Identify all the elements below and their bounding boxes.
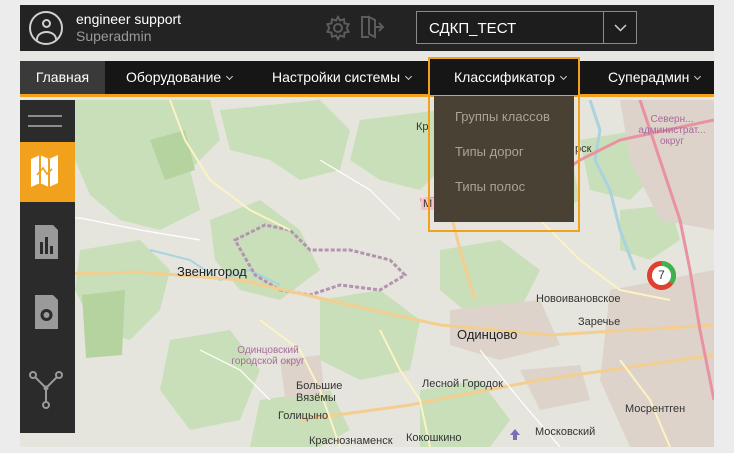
map-label-novoivanovskoe: Новоивановское [536,293,621,305]
map[interactable]: Звенигород Одинцово Новоивановское Зареч… [20,100,714,447]
map-label-bolshie-vyazyomy: Большие Вязёмы [296,380,343,404]
map-label-lesnoy-gorodok: Лесной Городок [422,378,503,390]
user-role: Superadmin [76,28,152,44]
map-icon[interactable] [20,142,75,202]
map-label-mosrentgen: Мосрентген [625,403,686,415]
exit-icon[interactable] [359,14,385,45]
nav-item-home-label: Главная [35,69,90,85]
map-label-zvenigorod: Звенигород [177,264,247,279]
dropdown-item-lane-types[interactable]: Типы полос [455,179,525,194]
main-nav: Главная Оборудование Настройки системы С… [20,61,714,97]
map-label-partial-kr: Кр [416,121,429,133]
chevron-down-icon[interactable] [603,12,636,43]
report-icon[interactable] [20,212,75,272]
classifier-dropdown: Классификатор Группы классов Типы дорог … [428,57,580,232]
menu-icon[interactable] [20,100,75,142]
map-label-odintsovsky-okrug: Одинцовский городской округ [231,345,305,367]
map-label-zarechye: Заречье [578,316,621,328]
project-select[interactable]: СДКП_ТЕСТ [416,11,637,44]
nav-item-superadmin[interactable]: Суперадмин [608,61,702,94]
nav-item-system-settings-label: Настройки системы [272,69,401,85]
map-label-odintsovo: Одинцово [457,327,518,342]
nav-item-superadmin-label: Суперадмин [608,69,690,85]
map-label-severny-okrug: Северн... администрат... округ [638,114,706,147]
nav-item-home[interactable]: Главная [20,61,105,94]
user-name: engineer support [76,11,182,27]
map-label-kokoshkino: Кокошкино [406,432,462,444]
app-window: engineer support Superadmin СДКП_ТЕСТ Гл… [20,5,714,447]
map-label-krasnoznamensk: Краснознаменск [309,435,393,447]
chevron-down-icon [559,72,568,81]
nav-item-equipment-label: Оборудование [126,69,222,85]
dropdown-item-class-groups[interactable]: Группы классов [455,109,550,124]
map-tiles [20,100,714,447]
nav-item-classifier[interactable]: Классификатор [430,59,578,95]
dropdown-item-road-types[interactable]: Типы дорог [455,144,524,159]
map-cluster-marker[interactable]: 7 [646,260,677,291]
nav-item-classifier-label: Классификатор [454,69,556,85]
gear-icon[interactable] [325,14,351,46]
map-label-golitsyno: Голицыно [278,410,329,422]
map-label-moskovsky: Московский [535,426,596,438]
chevron-down-icon [694,72,702,81]
user-avatar-icon[interactable] [29,11,63,45]
sim-card-icon[interactable] [20,282,75,342]
project-select-value: СДКП_ТЕСТ [429,20,517,37]
network-icon[interactable] [20,352,75,422]
chevron-down-icon [226,72,234,81]
header: engineer support Superadmin СДКП_ТЕСТ [20,5,714,51]
map-cluster-count: 7 [658,268,665,282]
chevron-down-icon [405,72,413,81]
classifier-dropdown-menu: Группы классов Типы дорог Типы полос [434,96,574,222]
nav-item-equipment[interactable]: Оборудование [126,61,234,94]
nav-item-system-settings[interactable]: Настройки системы [272,61,413,94]
sidebar [20,100,75,433]
